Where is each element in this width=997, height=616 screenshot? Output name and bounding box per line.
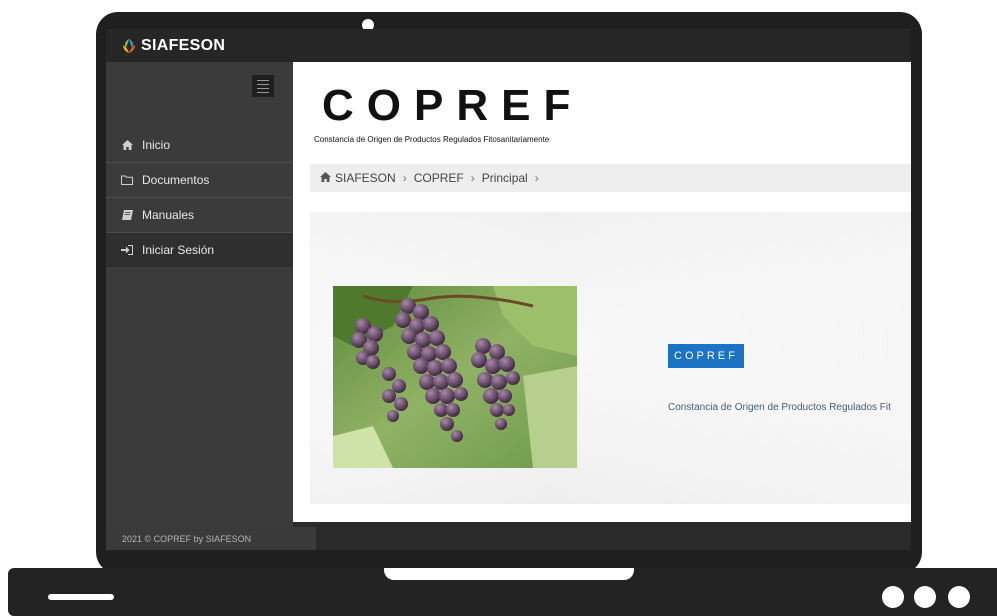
laptop-dot — [948, 586, 970, 608]
hamburger-icon — [257, 79, 269, 81]
sidebar-item-label: Iniciar Sesión — [142, 243, 215, 257]
sidebar-item-iniciar-sesion[interactable]: Iniciar Sesión — [106, 233, 293, 267]
footer-text: 2021 © COPREF by SIAFESON — [122, 533, 252, 544]
breadcrumb-item-copref[interactable]: COPREF — [414, 171, 464, 185]
footer: 2021 © COPREF by SIAFESON — [106, 527, 316, 550]
screen: SIAFESON Inicio Documentos Manuales Inic… — [106, 29, 911, 550]
laptop-notch — [384, 568, 634, 580]
laptop-dot — [882, 586, 904, 608]
breadcrumb-separator: › — [402, 171, 407, 185]
folder-icon — [120, 175, 134, 185]
book-icon — [120, 210, 134, 220]
sidebar-item-label: Documentos — [142, 173, 210, 187]
home-icon — [320, 171, 331, 185]
copref-badge: COPREF — [668, 344, 744, 368]
grapes-image — [333, 286, 577, 468]
hamburger-icon — [257, 87, 269, 89]
top-bar: SIAFESON — [106, 29, 911, 62]
breadcrumb-item-siafeson[interactable]: SIAFESON — [335, 171, 396, 185]
page-title: COPREF — [322, 81, 584, 130]
sidebar-item-documentos[interactable]: Documentos — [106, 163, 293, 198]
hamburger-icon — [257, 83, 269, 85]
hamburger-icon — [257, 91, 269, 93]
sidebar: Inicio Documentos Manuales Iniciar Sesió… — [106, 62, 293, 527]
sidebar-nav: Inicio Documentos Manuales Iniciar Sesió… — [106, 128, 293, 267]
sign-in-icon — [120, 245, 134, 255]
breadcrumb-separator: › — [470, 171, 475, 185]
laptop-slot — [48, 594, 114, 600]
sidebar-item-manuales[interactable]: Manuales — [106, 198, 293, 233]
leaf-logo-icon — [123, 39, 135, 53]
breadcrumb-separator: › — [534, 171, 539, 185]
page-subtitle: Constancia de Origen de Productos Regula… — [314, 135, 550, 144]
sidebar-item-label: Inicio — [142, 138, 171, 152]
laptop-dot — [914, 586, 936, 608]
hero-description: Constancia de Origen de Productos Regula… — [668, 402, 891, 413]
menu-toggle-button[interactable] — [252, 75, 274, 97]
breadcrumb-item-principal[interactable]: Principal — [482, 171, 528, 185]
home-icon — [120, 140, 134, 150]
breadcrumb: SIAFESON › COPREF › Principal › — [310, 164, 911, 192]
sidebar-item-inicio[interactable]: Inicio — [106, 128, 293, 163]
logo[interactable]: SIAFESON — [120, 37, 225, 55]
brand-name: SIAFESON — [141, 37, 226, 54]
sidebar-item-label: Manuales — [142, 208, 195, 222]
main-content: COPREF Constancia de Origen de Productos… — [293, 62, 911, 522]
hero-banner: COPREF Constancia de Origen de Productos… — [310, 212, 911, 504]
